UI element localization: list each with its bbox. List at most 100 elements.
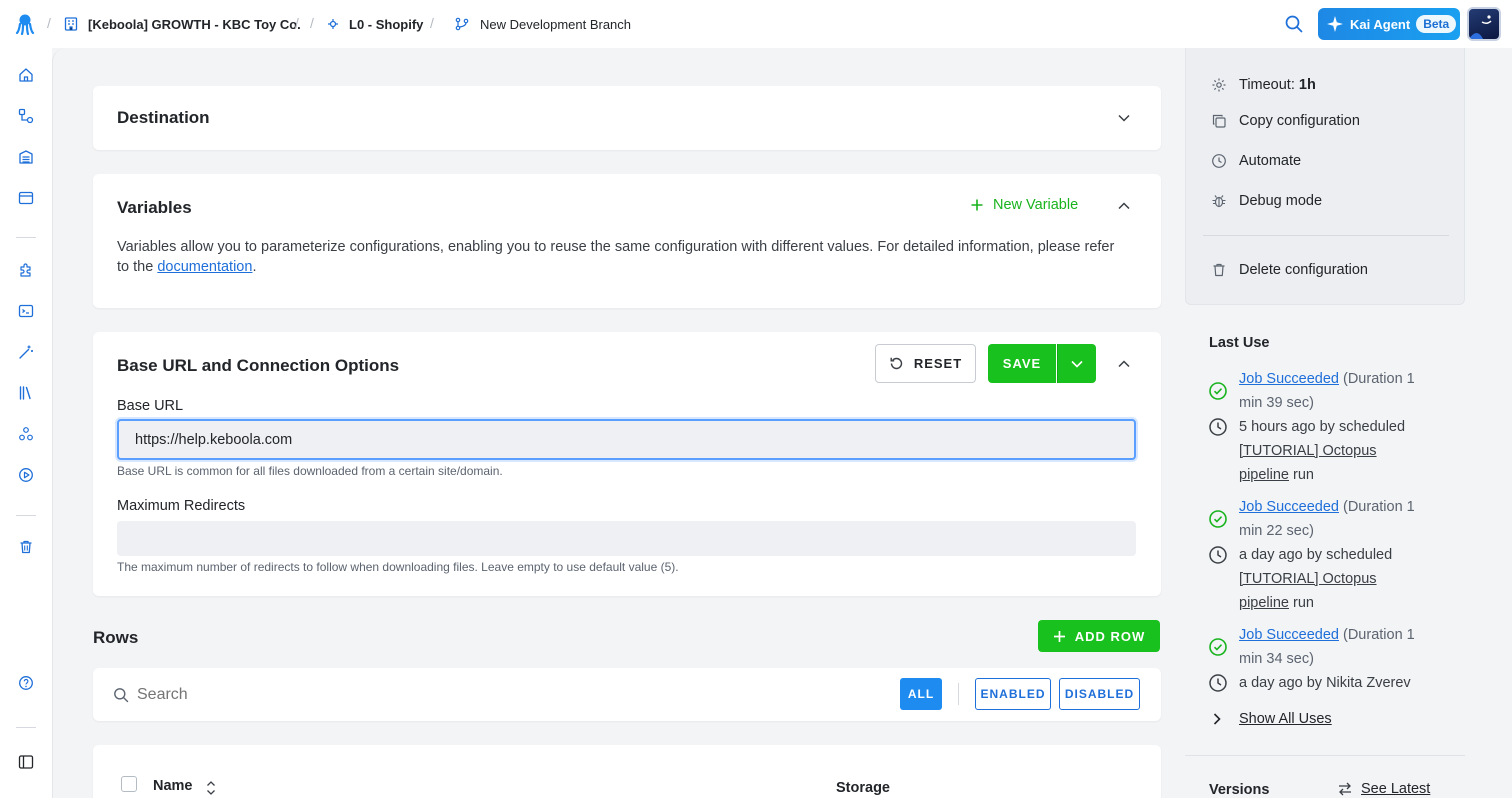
keboola-logo-icon[interactable] bbox=[14, 13, 36, 35]
search-icon bbox=[114, 688, 129, 703]
automate-label: Automate bbox=[1239, 153, 1302, 169]
jobs-icon[interactable] bbox=[17, 466, 35, 484]
data-apps-icon[interactable] bbox=[17, 425, 35, 443]
debug-mode-label: Debug mode bbox=[1239, 193, 1323, 209]
panel-divider bbox=[1185, 755, 1465, 756]
filter-enabled-button[interactable]: ENABLED bbox=[975, 678, 1051, 710]
config-name: L0 - Shopify bbox=[349, 16, 424, 32]
magic-wand-icon[interactable] bbox=[17, 343, 35, 361]
help-icon[interactable] bbox=[17, 674, 35, 692]
last-use-title: Last Use bbox=[1209, 335, 1270, 351]
copy-configuration-button[interactable]: Copy configuration bbox=[1211, 113, 1360, 129]
job-succeeded-link[interactable]: Job Succeeded bbox=[1239, 371, 1339, 387]
max-redirects-label: Maximum Redirects bbox=[117, 498, 246, 514]
chevron-up-icon[interactable] bbox=[1117, 357, 1131, 371]
panel-divider bbox=[1203, 235, 1449, 236]
breadcrumb-separator: / bbox=[295, 15, 299, 31]
avatar[interactable] bbox=[1467, 7, 1501, 41]
reset-icon bbox=[890, 357, 902, 370]
chevron-down-icon[interactable] bbox=[1117, 111, 1131, 125]
job-when: a day ago by scheduled bbox=[1239, 547, 1393, 563]
save-options-button[interactable] bbox=[1057, 344, 1096, 383]
branch-name: New Development Branch bbox=[480, 16, 632, 32]
job-succeeded-link[interactable]: Job Succeeded bbox=[1239, 499, 1339, 515]
job-succeeded-link[interactable]: Job Succeeded bbox=[1239, 627, 1339, 643]
building-icon bbox=[63, 16, 79, 32]
breadcrumb-branch[interactable]: New Development Branch bbox=[455, 0, 631, 48]
chevron-up-icon[interactable] bbox=[1117, 199, 1131, 213]
add-row-button[interactable]: ADD ROW bbox=[1038, 620, 1160, 652]
home-icon[interactable] bbox=[17, 66, 35, 84]
variables-description-text: Variables allow you to parameterize conf… bbox=[117, 239, 1115, 275]
components-icon[interactable] bbox=[17, 261, 35, 279]
timeout-setting[interactable]: Timeout: 1h bbox=[1211, 77, 1316, 93]
delete-configuration-button[interactable]: Delete configuration bbox=[1211, 262, 1368, 278]
storage-icon[interactable] bbox=[17, 148, 35, 166]
new-variable-label: New Variable bbox=[993, 197, 1079, 213]
beta-badge: Beta bbox=[1416, 15, 1457, 33]
automate-button[interactable]: Automate bbox=[1211, 153, 1301, 169]
destination-card[interactable]: Destination bbox=[93, 86, 1161, 150]
job-when: a day ago by Nikita Zverev bbox=[1239, 675, 1411, 691]
destination-title: Destination bbox=[117, 108, 210, 127]
sidebar-toggle-icon[interactable] bbox=[17, 753, 35, 771]
transformations-icon[interactable] bbox=[17, 302, 35, 320]
filter-all-button[interactable]: ALL bbox=[900, 678, 942, 710]
sort-icon[interactable] bbox=[206, 780, 216, 796]
rows-title: Rows bbox=[93, 628, 139, 647]
plus-icon bbox=[971, 199, 983, 211]
trash-icon[interactable] bbox=[17, 538, 35, 556]
kai-agent-label: Kai Agent bbox=[1350, 16, 1411, 32]
job-status-2: Job Succeeded (Duration 1 min 22 sec) bbox=[1239, 495, 1429, 543]
trash-icon bbox=[1213, 263, 1225, 277]
clock-icon bbox=[1209, 418, 1227, 436]
job-suffix: run bbox=[1289, 595, 1314, 611]
breadcrumb-config[interactable]: L0 - Shopify bbox=[327, 0, 423, 48]
save-label: SAVE bbox=[1002, 356, 1042, 371]
rows-search-input[interactable] bbox=[137, 682, 837, 708]
compare-arrows-icon bbox=[1339, 782, 1351, 796]
variables-description-end: . bbox=[252, 259, 257, 275]
see-latest-label: See Latest bbox=[1361, 781, 1431, 797]
show-all-uses-button[interactable]: Show All Uses bbox=[1211, 711, 1332, 727]
base-url-input[interactable]: https://help.keboola.com bbox=[117, 419, 1136, 460]
select-all-checkbox[interactable] bbox=[121, 776, 137, 792]
max-redirects-help: The maximum number of redirects to follo… bbox=[117, 560, 679, 574]
breadcrumb-separator: / bbox=[430, 15, 434, 31]
see-latest-button[interactable]: See Latest bbox=[1337, 781, 1430, 797]
documentation-link[interactable]: documentation bbox=[157, 259, 252, 275]
new-variable-button[interactable]: New Variable bbox=[970, 197, 1078, 213]
flows-icon[interactable] bbox=[17, 107, 35, 125]
library-icon[interactable] bbox=[17, 384, 35, 402]
workspace-icon[interactable] bbox=[17, 189, 35, 207]
connection-card: Base URL and Connection Options RESET SA… bbox=[93, 332, 1161, 596]
branch-icon bbox=[455, 17, 469, 31]
sidebar bbox=[0, 48, 52, 798]
versions-title: Versions bbox=[1209, 782, 1270, 798]
kai-agent-button[interactable]: Kai Agent Beta bbox=[1318, 8, 1460, 40]
filter-divider bbox=[958, 683, 959, 705]
show-all-uses-label: Show All Uses bbox=[1239, 711, 1332, 727]
search-icon[interactable] bbox=[1284, 14, 1304, 34]
job-trigger-3: a day ago by Nikita Zverev bbox=[1239, 671, 1429, 695]
job-status-1: Job Succeeded (Duration 1 min 39 sec) bbox=[1239, 367, 1429, 415]
breadcrumb-project[interactable]: [Keboola] GROWTH - KBC Toy Co. bbox=[63, 0, 301, 48]
filter-disabled-button[interactable]: DISABLED bbox=[1059, 678, 1140, 710]
column-header-storage: Storage bbox=[836, 780, 890, 796]
delete-configuration-label: Delete configuration bbox=[1239, 262, 1368, 278]
main-content: Destination Variables New Variable Varia… bbox=[52, 48, 1512, 798]
gear-icon bbox=[1212, 78, 1226, 92]
debug-mode-button[interactable]: Debug mode bbox=[1211, 193, 1322, 209]
column-header-name[interactable]: Name bbox=[153, 778, 193, 794]
job-trigger-2: a day ago by scheduled [TUTORIAL] Octopu… bbox=[1239, 543, 1429, 615]
top-bar: / [Keboola] GROWTH - KBC Toy Co. / / L0 … bbox=[0, 0, 1512, 48]
reset-button[interactable]: RESET bbox=[875, 344, 976, 383]
plus-icon bbox=[1053, 630, 1065, 642]
clock-icon bbox=[1209, 674, 1227, 692]
save-button[interactable]: SAVE bbox=[988, 344, 1056, 383]
sidebar-divider bbox=[16, 727, 36, 728]
max-redirects-input[interactable] bbox=[117, 521, 1136, 556]
job-status-3: Job Succeeded (Duration 1 min 34 sec) bbox=[1239, 623, 1429, 671]
config-actions-panel: Timeout: 1h Copy configuration Automate … bbox=[1185, 48, 1465, 305]
bug-icon bbox=[1212, 195, 1226, 208]
